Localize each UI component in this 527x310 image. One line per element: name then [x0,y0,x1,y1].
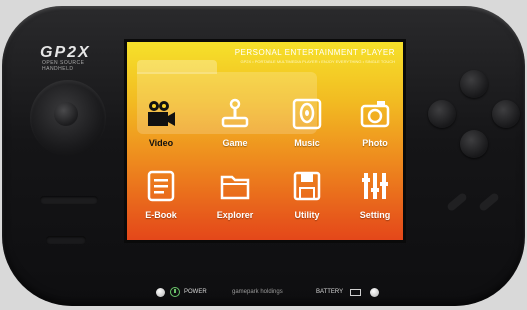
face-button-bottom[interactable] [460,130,488,158]
brand-subtitle: OPEN SOURCE HANDHELD [42,60,85,72]
battery-icon [350,289,361,296]
app-setting[interactable]: Setting [343,170,403,236]
start-button[interactable] [478,191,500,213]
camera-icon [359,98,391,130]
select-button[interactable] [446,191,468,213]
app-game[interactable]: Game [203,98,267,164]
app-photo[interactable]: Photo [343,98,403,164]
app-label: Music [294,138,320,148]
folder-icon [219,170,251,202]
battery-led-icon [370,288,379,297]
screen-fine-print: GP2X • PORTABLE MULTIMEDIA PLAYER • ENJO… [240,59,395,64]
app-label: Utility [294,210,320,220]
app-utility[interactable]: Utility [275,170,339,236]
app-label: Setting [359,210,391,220]
app-music[interactable]: Music [275,98,339,164]
app-ebook[interactable]: E-Book [129,170,193,236]
company-label: gamepark holdings [232,289,283,295]
app-label: Explorer [216,210,254,220]
tools-icon [359,170,391,202]
ebook-icon [145,170,177,202]
video-camera-icon [145,98,177,130]
device-status-bar: POWER gamepark holdings BATTERY [150,287,390,301]
screen-header-title: PERSONAL ENTERTAINMENT PLAYER [234,48,395,57]
app-explorer[interactable]: Explorer [203,170,267,236]
floppy-icon [291,170,323,202]
dpad-center-button[interactable] [54,102,78,126]
music-icon [291,98,323,130]
left-lower-button[interactable] [46,236,86,244]
app-label: Game [222,138,248,148]
battery-label: BATTERY [316,289,344,295]
face-button-top[interactable] [460,70,488,98]
app-video[interactable]: Video [129,98,193,164]
app-label: Video [148,138,174,148]
app-label: Photo [362,138,388,148]
face-button-right[interactable] [492,100,520,128]
joystick-icon [219,98,251,130]
face-button-left[interactable] [428,100,456,128]
app-label: E-Book [145,210,177,220]
power-icon[interactable] [170,287,180,297]
power-label: POWER [184,289,207,295]
left-side-button[interactable] [40,196,98,204]
device-screen: PERSONAL ENTERTAINMENT PLAYER GP2X • POR… [127,42,403,240]
power-led-icon [156,288,165,297]
